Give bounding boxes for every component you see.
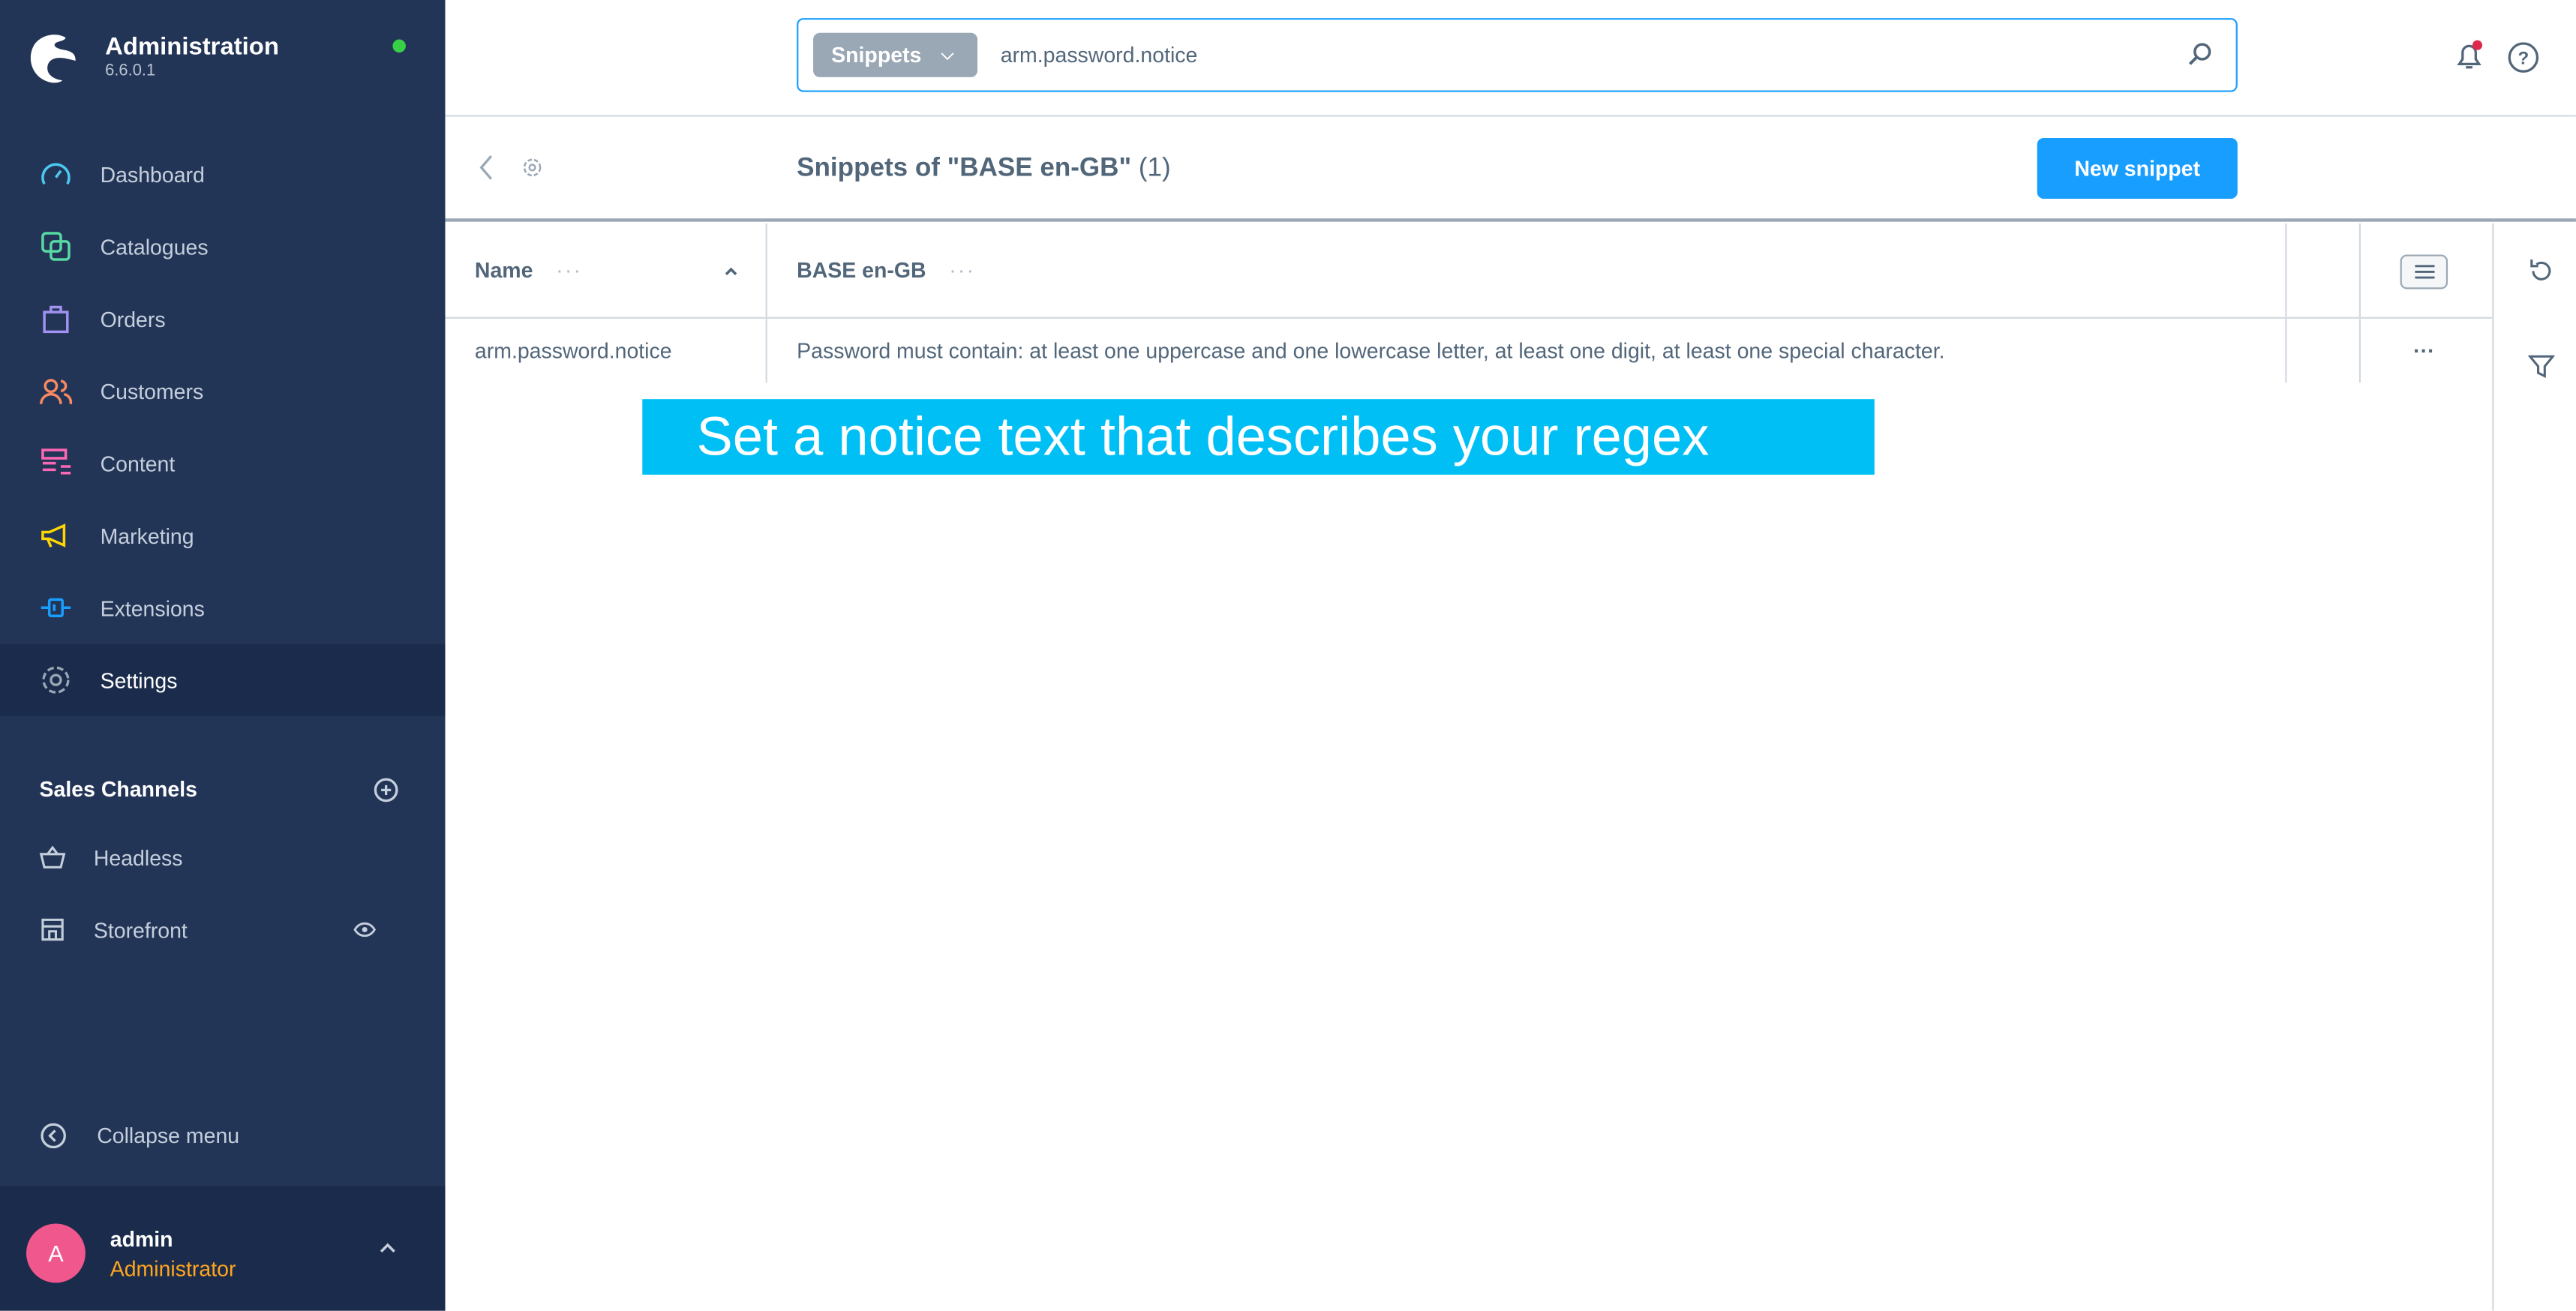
snippet-grid: Name ··· BASE en-GB ··· arm.password.notic… (445, 223, 2493, 383)
sales-channel-label: Storefront (93, 917, 188, 942)
sidebar-item-marketing[interactable]: Marketing (0, 500, 445, 572)
column-menu-icon[interactable]: ··· (949, 258, 975, 283)
user-menu[interactable]: A admin Administrator (0, 1186, 446, 1311)
sidebar-item-label: Content (100, 451, 176, 476)
top-bar: Snippets ⌵ ? (445, 0, 2576, 117)
column-header-name[interactable]: Name ··· (475, 224, 737, 317)
sidebar-item-orders[interactable]: Orders (0, 283, 445, 355)
list-icon (2414, 265, 2434, 279)
sidebar-item-label: Dashboard (100, 161, 205, 187)
smart-bar: Snippets of "BASE en-GB" (1) New snippet (445, 116, 2576, 222)
app-title: Administration (105, 32, 279, 62)
refresh-icon[interactable] (2528, 258, 2554, 284)
sidebar-item-dashboard[interactable]: Dashboard (0, 138, 445, 210)
svg-text:?: ? (2517, 48, 2529, 68)
sidebar-item-label: Extensions (100, 595, 205, 620)
user-name: admin (110, 1226, 173, 1252)
sidebar-item-label: Settings (100, 668, 178, 693)
sidebar-item-label: Orders (100, 306, 166, 332)
sidebar-item-label: Customers (100, 378, 204, 404)
app-version: 6.6.0.1 (105, 62, 156, 81)
snippet-name[interactable]: arm.password.notice (475, 319, 672, 382)
table-row[interactable]: arm.password.notice Password must contai… (445, 318, 2492, 383)
sidebar-item-label: Marketing (100, 523, 194, 548)
sales-channel-storefront[interactable]: Storefront (40, 914, 404, 946)
sidebar-item-customers[interactable]: Customers (0, 355, 445, 427)
sidebar-item-content[interactable]: Content (0, 427, 445, 499)
search-bar: Snippets ⌵ (797, 18, 2238, 92)
basket-icon (39, 845, 66, 868)
sidebar-item-catalogues[interactable]: Catalogues (0, 210, 445, 282)
collapse-icon (41, 1123, 66, 1149)
collapse-label: Collapse menu (97, 1123, 240, 1148)
back-arrow-icon[interactable] (478, 154, 494, 181)
storefront-icon (41, 918, 64, 941)
snippet-count: (1) (1138, 154, 1171, 183)
dashboard-icon (41, 163, 71, 185)
column-header-base-en-gb[interactable]: BASE en-GB ··· (797, 224, 975, 317)
main-nav: Dashboard Catalogues Orders Customers Conten… (0, 138, 446, 716)
customers-icon (39, 379, 73, 405)
sidebar-right (2492, 223, 2576, 1311)
sidebar-item-settings[interactable]: Settings (0, 644, 446, 716)
sales-channel-headless[interactable]: Headless (39, 841, 183, 874)
search-type-dropdown[interactable]: Snippets ⌵ (813, 32, 978, 77)
eye-icon[interactable] (353, 922, 377, 938)
notification-bell-icon[interactable] (2453, 40, 2486, 73)
search-type-label: Snippets (831, 42, 922, 68)
sales-channels-title: Sales Channels (39, 776, 198, 802)
sidebar: Administration 6.6.0.1 Dashboard Catalogu… (0, 0, 446, 1311)
sidebar-item-extensions[interactable]: Extensions (0, 572, 445, 644)
search-icon[interactable] (2187, 41, 2213, 68)
chevron-up-icon[interactable] (378, 1242, 398, 1256)
filter-icon[interactable] (2528, 353, 2555, 380)
chevron-down-icon: ⌵ (941, 46, 954, 64)
annotation-banner: Set a notice text that describes your re… (642, 399, 1875, 475)
grid-header: Name ··· BASE en-GB ··· (445, 223, 2493, 319)
catalogues-icon (41, 232, 71, 261)
page-title: Snippets of "BASE en-GB" (1) (797, 154, 1171, 183)
column-settings-button[interactable] (2400, 254, 2448, 290)
gear-icon[interactable] (521, 156, 544, 179)
sales-channel-label: Headless (93, 844, 183, 870)
shopware-logo (30, 34, 76, 83)
help-icon[interactable]: ? (2507, 41, 2540, 74)
user-role: Administrator (110, 1256, 236, 1282)
marketing-icon (41, 524, 66, 548)
sidebar-item-label: Catalogues (100, 234, 209, 259)
extensions-icon (41, 598, 71, 618)
avatar: A (26, 1223, 86, 1283)
search-input[interactable] (1000, 42, 2151, 68)
snippet-value[interactable]: Password must contain: at least one uppe… (797, 319, 1944, 382)
add-sales-channel-icon[interactable] (373, 777, 399, 803)
settings-icon (42, 666, 70, 694)
orders-icon (43, 305, 69, 334)
content-icon (41, 448, 71, 475)
sort-ascending-icon[interactable] (725, 266, 738, 275)
new-snippet-button[interactable]: New snippet (2037, 137, 2238, 199)
column-menu-icon[interactable]: ··· (556, 258, 582, 283)
status-indicator (392, 39, 406, 53)
collapse-menu-button[interactable]: Collapse menu (40, 1122, 240, 1150)
row-actions-button[interactable]: ··· (2413, 319, 2434, 382)
